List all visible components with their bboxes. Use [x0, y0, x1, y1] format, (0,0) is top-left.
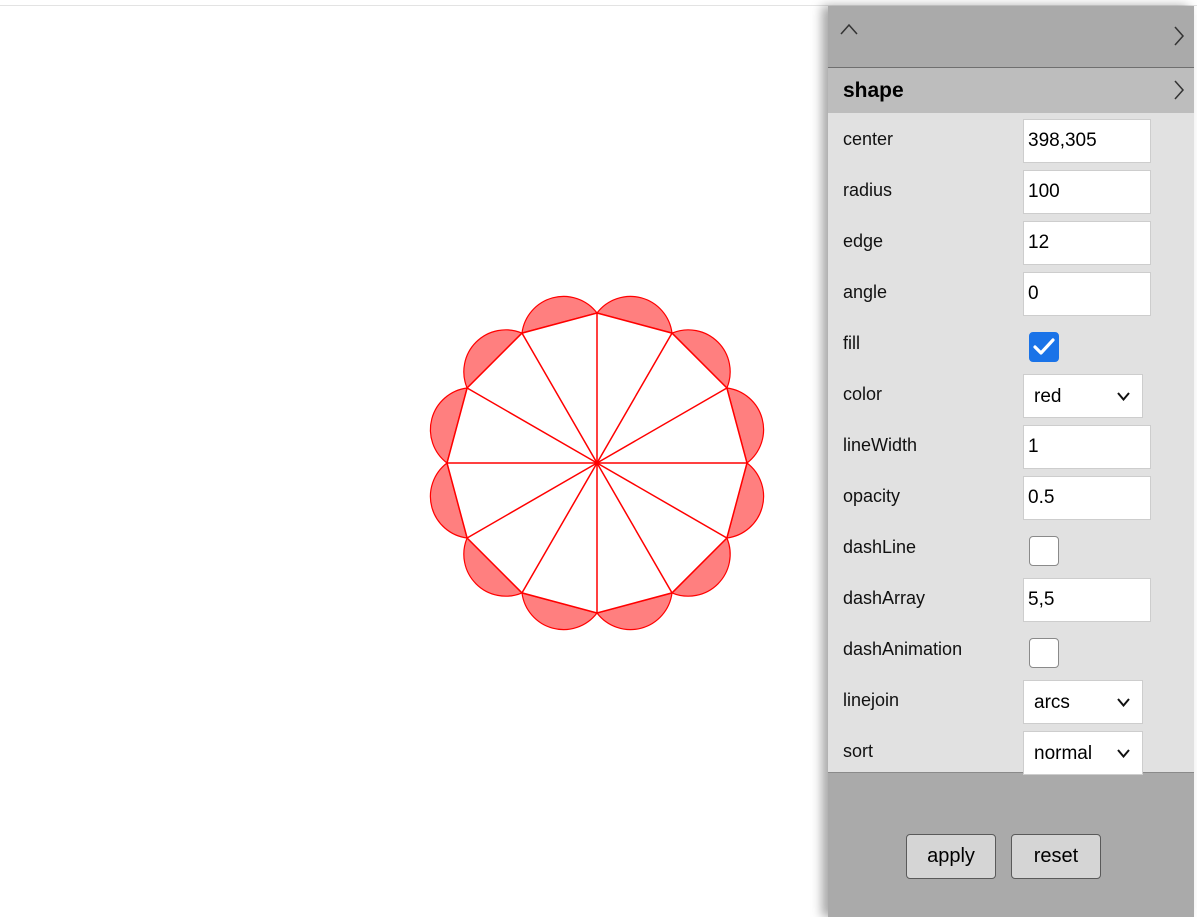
property-list: center radius edge angle fill color red lineWid…: [828, 113, 1194, 776]
property-label: dashLine: [843, 537, 917, 557]
property-label: dashArray: [843, 588, 926, 608]
property-row-fill: fill: [828, 317, 1194, 368]
chevron-right-icon[interactable]: [1174, 26, 1184, 46]
property-row-angle: angle: [828, 266, 1194, 317]
property-label: opacity: [843, 486, 901, 506]
chevron-up-icon[interactable]: [840, 23, 858, 35]
property-row-center: center: [828, 113, 1194, 164]
properties-panel: shape center radius edge angle fill color red l…: [828, 6, 1194, 917]
property-row-sort: sort normal: [828, 725, 1194, 776]
property-label: lineWidth: [843, 435, 918, 455]
property-row-radius: radius: [828, 164, 1194, 215]
section-header-shape[interactable]: shape: [828, 68, 1194, 113]
property-label: color: [843, 384, 883, 404]
apply-button[interactable]: apply: [906, 834, 996, 879]
property-row-dashanimation: dashAnimation: [828, 623, 1194, 674]
chevron-down-icon: [1117, 698, 1130, 707]
select-value: normal: [1034, 743, 1093, 764]
property-row-opacity: opacity: [828, 470, 1194, 521]
sort-select[interactable]: normal: [1023, 731, 1143, 775]
dashline-checkbox[interactable]: [1029, 536, 1059, 566]
drawing-canvas[interactable]: [0, 6, 828, 917]
linejoin-select[interactable]: arcs: [1023, 680, 1143, 724]
property-label: fill: [843, 333, 860, 353]
property-label: dashAnimation: [843, 639, 963, 659]
property-row-dasharray: dashArray: [828, 572, 1194, 623]
chevron-right-icon[interactable]: [1174, 80, 1184, 100]
property-row-color: color red: [828, 368, 1194, 419]
reset-button[interactable]: reset: [1011, 834, 1101, 879]
property-row-linewidth: lineWidth: [828, 419, 1194, 470]
shape-svg: [429, 295, 765, 631]
section-title: shape: [843, 79, 904, 102]
panel-topbar: [828, 6, 1194, 68]
property-label: sort: [843, 741, 874, 761]
edge-input[interactable]: [1023, 221, 1151, 265]
fill-checkbox[interactable]: [1029, 332, 1059, 362]
linewidth-input[interactable]: [1023, 425, 1151, 469]
radius-input[interactable]: [1023, 170, 1151, 214]
property-row-linejoin: linejoin arcs: [828, 674, 1194, 725]
chevron-down-icon: [1117, 749, 1130, 758]
select-value: arcs: [1034, 692, 1070, 713]
chevron-down-icon: [1117, 392, 1130, 401]
dashanimation-checkbox[interactable]: [1029, 638, 1059, 668]
color-select[interactable]: red: [1023, 374, 1143, 418]
center-input[interactable]: [1023, 119, 1151, 163]
angle-input[interactable]: [1023, 272, 1151, 316]
property-label: edge: [843, 231, 884, 251]
property-row-edge: edge: [828, 215, 1194, 266]
property-label: linejoin: [843, 690, 900, 710]
dasharray-input[interactable]: [1023, 578, 1151, 622]
property-label: center: [843, 129, 894, 149]
property-label: angle: [843, 282, 888, 302]
property-label: radius: [843, 180, 893, 200]
checkmark-icon: [1033, 338, 1055, 355]
opacity-input[interactable]: [1023, 476, 1151, 520]
select-value: red: [1034, 386, 1062, 407]
property-row-dashline: dashLine: [828, 521, 1194, 572]
